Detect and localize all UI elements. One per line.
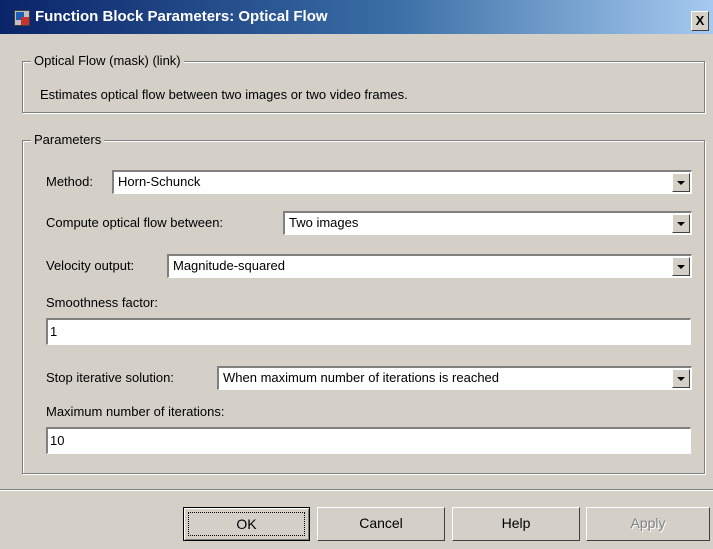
method-value: Horn-Schunck: [118, 174, 201, 189]
cancel-button[interactable]: Cancel: [317, 507, 445, 541]
max-iterations-label: Maximum number of iterations:: [46, 404, 225, 419]
smoothness-label: Smoothness factor:: [46, 295, 158, 310]
compute-between-dropdown[interactable]: Two images: [283, 211, 692, 235]
stop-solution-value: When maximum number of iterations is rea…: [223, 370, 500, 385]
compute-between-label: Compute optical flow between:: [46, 215, 224, 230]
ok-button-label: OK: [188, 512, 305, 536]
ok-button[interactable]: OK: [183, 507, 310, 541]
stop-solution-label: Stop iterative solution:: [46, 370, 174, 385]
mask-description-group: Optical Flow (mask) (link) Estimates opt…: [22, 53, 705, 113]
apply-button: Apply: [586, 507, 710, 541]
velocity-output-value: Magnitude-squared: [173, 258, 286, 273]
compute-between-value: Two images: [289, 215, 359, 230]
chevron-down-icon[interactable]: [672, 369, 690, 388]
max-iterations-input[interactable]: 10: [46, 427, 691, 454]
parameters-legend: Parameters: [31, 132, 105, 147]
smoothness-input[interactable]: 1: [46, 318, 691, 345]
help-button[interactable]: Help: [452, 507, 580, 541]
mask-description-text: Estimates optical flow between two image…: [40, 87, 408, 102]
title-bar: Function Block Parameters: Optical Flow …: [0, 0, 713, 34]
button-bar-divider: [0, 489, 713, 491]
chevron-down-icon[interactable]: [672, 214, 690, 233]
velocity-output-label: Velocity output:: [46, 258, 135, 273]
chevron-down-icon[interactable]: [672, 173, 690, 192]
velocity-output-dropdown[interactable]: Magnitude-squared: [167, 254, 692, 278]
method-dropdown[interactable]: Horn-Schunck: [112, 170, 692, 194]
stop-solution-dropdown[interactable]: When maximum number of iterations is rea…: [217, 366, 692, 390]
method-label: Method:: [46, 174, 93, 189]
window-title: Function Block Parameters: Optical Flow: [35, 8, 328, 25]
mask-description-legend: Optical Flow (mask) (link): [31, 53, 184, 68]
chevron-down-icon[interactable]: [672, 257, 690, 276]
simulink-block-icon[interactable]: [14, 10, 30, 26]
close-button[interactable]: X: [691, 11, 709, 31]
